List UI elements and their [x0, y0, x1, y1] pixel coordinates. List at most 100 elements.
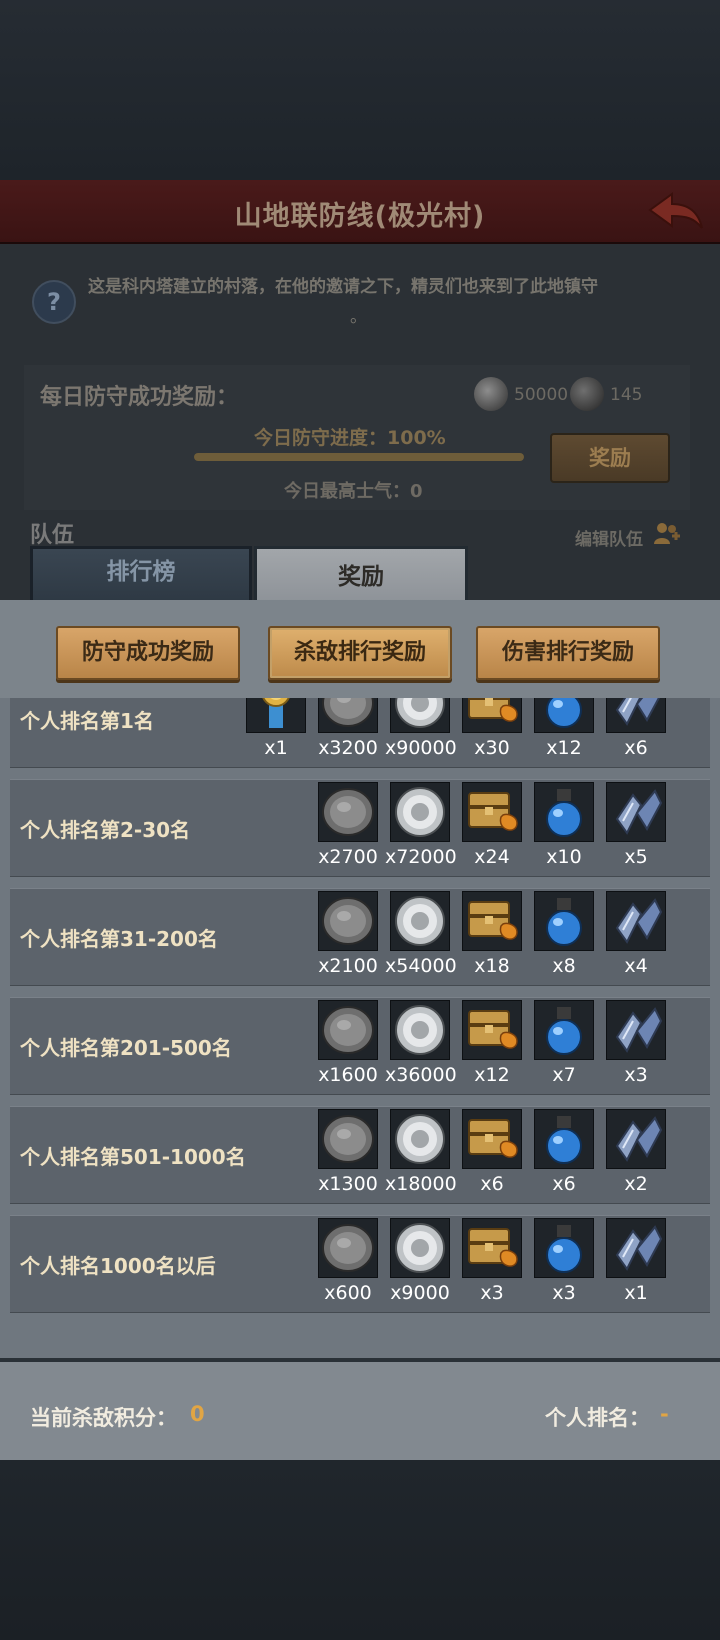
dark-coin-icon — [318, 1000, 378, 1060]
reward-row: 个人排名第501-1000名 x1300 x18000 x6 x6 x2 — [10, 1106, 710, 1204]
reward-item-quantity: x9000 — [390, 1282, 450, 1304]
reward-item[interactable]: x600 — [318, 1218, 378, 1304]
reward-item[interactable]: x24 — [462, 782, 522, 868]
dark-coin-icon — [318, 891, 378, 951]
reward-item[interactable]: x1 — [606, 1218, 666, 1304]
reward-list[interactable]: 个人排名第1名 x1 x3200 x90000 x30 x12 x6 个人排名第2-30名 x2… — [10, 698, 710, 1348]
silver-coin-icon — [390, 1109, 450, 1169]
reward-item[interactable]: x6 — [606, 698, 666, 759]
subtab-defense-reward[interactable]: 防守成功奖励 — [56, 626, 240, 680]
reward-item[interactable]: x12 — [462, 1000, 522, 1086]
reward-item-quantity: x6 — [552, 1173, 576, 1195]
reward-item-quantity: x2700 — [318, 846, 378, 868]
reward-item-quantity: x1300 — [318, 1173, 378, 1195]
reward-item[interactable]: x3 — [534, 1218, 594, 1304]
silver-coin-icon — [390, 782, 450, 842]
reward-item[interactable]: x90000 — [385, 698, 457, 759]
edit-team-button[interactable]: 编辑队伍 — [575, 525, 643, 550]
grey-coin-icon — [474, 377, 508, 411]
reward-row: 个人排名第201-500名 x1600 x36000 x12 x7 x3 — [10, 997, 710, 1095]
team-edit-icon[interactable] — [652, 520, 682, 548]
reward-item[interactable]: x54000 — [385, 891, 457, 977]
reward-rank-label: 个人排名1000名以后 — [20, 1254, 216, 1278]
dark-coin-icon — [318, 1218, 378, 1278]
reward-item[interactable]: x12 — [534, 698, 594, 759]
reward-item[interactable]: x3200 — [318, 698, 378, 759]
reward-panel: 防守成功奖励 杀敌排行奖励 伤害排行奖励 个人排名第1名 x1 x3200 x9000… — [0, 600, 720, 1464]
subtab-kill-rank-reward[interactable]: 杀敌排行奖励 — [268, 626, 452, 680]
reward-item[interactable]: x30 — [462, 698, 522, 759]
reward-item[interactable]: x5 — [606, 782, 666, 868]
dark-coin-icon — [318, 698, 378, 733]
reward-item[interactable]: x1300 — [318, 1109, 378, 1195]
dark-coin-icon — [318, 1109, 378, 1169]
reward-item-quantity: x3 — [552, 1282, 576, 1304]
title-bar: 山地联防线(极光村) — [0, 180, 720, 244]
potion-icon — [534, 1109, 594, 1169]
dark-coin-icon — [318, 782, 378, 842]
reward-item-quantity: x72000 — [385, 846, 457, 868]
reward-row: 个人排名第1名 x1 x3200 x90000 x30 x12 x6 — [10, 698, 710, 768]
reward-rank-label: 个人排名第501-1000名 — [20, 1145, 246, 1169]
morale-label: 今日最高士气：0 — [284, 481, 423, 502]
crystal-icon — [606, 1218, 666, 1278]
reward-item[interactable]: x3 — [606, 1000, 666, 1086]
reward-item-quantity: x1 — [264, 737, 288, 759]
crystal-icon — [606, 891, 666, 951]
reward-row: 个人排名第2-30名 x2700 x72000 x24 x10 x5 — [10, 779, 710, 877]
reward-item[interactable]: x18 — [462, 891, 522, 977]
village-description: 这是科内塔建立的村落，在他的邀请之下，精灵们也来到了此地镇守 — [88, 277, 598, 297]
reward-item-quantity: x36000 — [385, 1064, 457, 1086]
reward-item-quantity: x18000 — [385, 1173, 457, 1195]
reward-row: 个人排名1000名以后 x600 x9000 x3 x3 x1 — [10, 1215, 710, 1313]
reward-item[interactable]: x9000 — [390, 1218, 450, 1304]
reward-item-quantity: x8 — [552, 955, 576, 977]
tab-leaderboard[interactable]: 排行榜 — [30, 546, 252, 604]
reward-item[interactable]: x72000 — [385, 782, 457, 868]
back-arrow-icon[interactable] — [646, 188, 706, 234]
reward-item-quantity: x1600 — [318, 1064, 378, 1086]
reward-item-quantity: x12 — [546, 737, 582, 759]
reward-item-quantity: x2 — [624, 1173, 648, 1195]
reward-item[interactable]: x10 — [534, 782, 594, 868]
crystal-icon — [606, 1109, 666, 1169]
daily-reward-box: 每日防守成功奖励： 50000 145 今日防守进度：100% 奖励 今日最高士… — [24, 365, 690, 510]
reward-item[interactable]: x4 — [606, 891, 666, 977]
subtab-damage-rank-reward[interactable]: 伤害排行奖励 — [476, 626, 660, 680]
treasure-chest-icon — [462, 891, 522, 951]
reward-item[interactable]: x7 — [534, 1000, 594, 1086]
reward-item-quantity: x18 — [474, 955, 510, 977]
reward-item[interactable]: x6 — [534, 1109, 594, 1195]
reward-item-quantity: x3200 — [318, 737, 378, 759]
reward-item[interactable]: x2700 — [318, 782, 378, 868]
treasure-chest-icon — [462, 1000, 522, 1060]
reward-item[interactable]: x1600 — [318, 1000, 378, 1086]
potion-icon — [534, 782, 594, 842]
footer: 当前杀敌积分： 0 个人排名： - — [0, 1358, 720, 1464]
potion-icon — [534, 698, 594, 733]
reward-item[interactable]: x2100 — [318, 891, 378, 977]
reward-rank-label: 个人排名第31-200名 — [20, 927, 218, 951]
reward-item-quantity: x6 — [480, 1173, 504, 1195]
crystal-icon — [606, 698, 666, 733]
help-icon[interactable]: ? — [32, 280, 76, 324]
reward-item[interactable]: x8 — [534, 891, 594, 977]
reward-rank-label: 个人排名第1名 — [20, 709, 154, 733]
reward-item[interactable]: x6 — [462, 1109, 522, 1195]
reward-row: 个人排名第31-200名 x2100 x54000 x18 x8 x4 — [10, 888, 710, 986]
treasure-chest-icon — [462, 1218, 522, 1278]
reward-item[interactable]: x18000 — [385, 1109, 457, 1195]
silver-coin-icon — [390, 1000, 450, 1060]
reward-item[interactable]: x36000 — [385, 1000, 457, 1086]
medal-icon — [246, 698, 306, 733]
claim-reward-button[interactable]: 奖励 — [550, 433, 670, 483]
personal-rank-label: 个人排名： — [545, 1406, 650, 1430]
crystal-icon — [606, 782, 666, 842]
grey-coin-amount: 50000 — [514, 385, 569, 405]
reward-item-quantity: x7 — [552, 1064, 576, 1086]
reward-item[interactable]: x2 — [606, 1109, 666, 1195]
reward-item[interactable]: x3 — [462, 1218, 522, 1304]
crystal-icon — [606, 1000, 666, 1060]
reward-item[interactable]: x1 — [246, 698, 306, 759]
kill-score-label: 当前杀敌积分： — [30, 1406, 177, 1430]
